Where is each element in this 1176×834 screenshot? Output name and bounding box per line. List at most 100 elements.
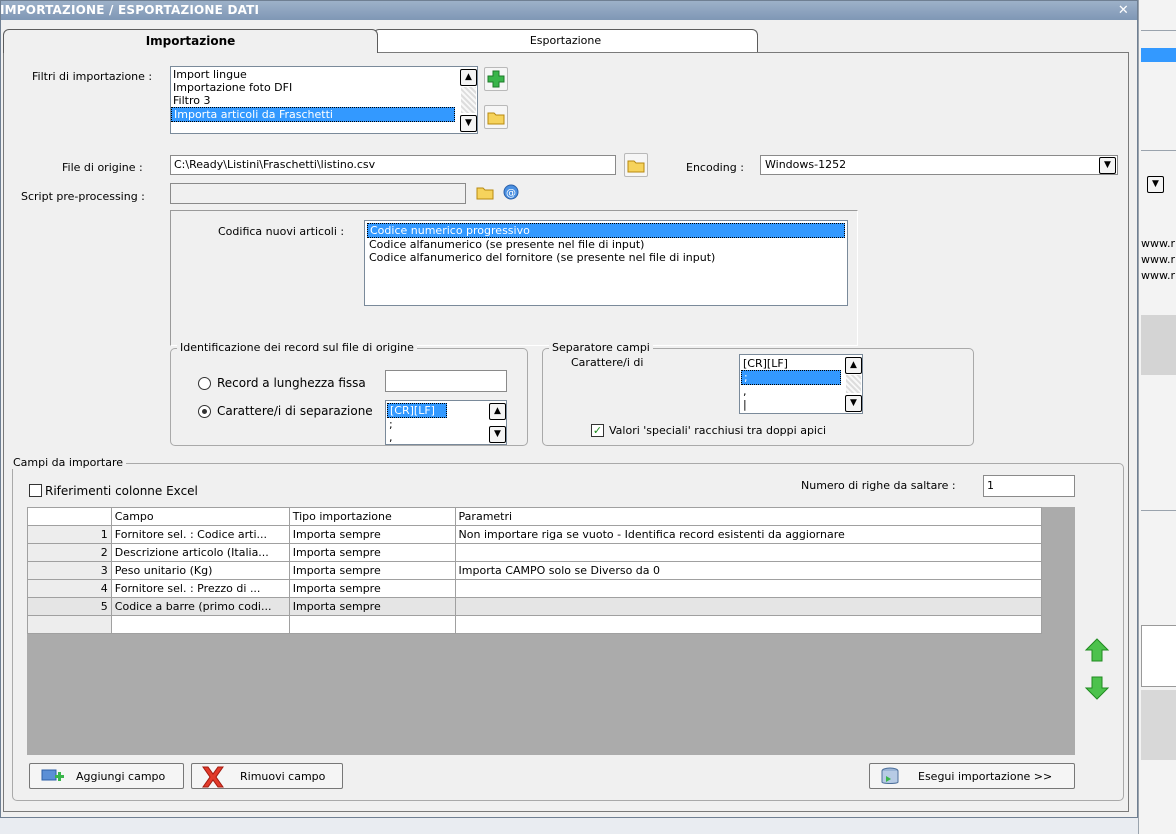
move-up-button[interactable] xyxy=(1083,636,1111,664)
list-item[interactable]: , xyxy=(387,431,505,444)
header-parametri[interactable]: Parametri xyxy=(454,507,1043,526)
righe-label: Numero di righe da saltare : xyxy=(801,479,956,492)
list-item[interactable]: | xyxy=(741,398,861,411)
cell-parametri[interactable] xyxy=(454,597,1043,616)
radio-fixed-length[interactable] xyxy=(198,377,211,390)
script-help-button[interactable]: @ xyxy=(502,183,522,203)
cell-tipo[interactable]: Importa sempre xyxy=(288,579,456,598)
list-item-selected[interactable]: Codice numerico progressivo xyxy=(367,223,845,238)
cell-parametri[interactable] xyxy=(454,543,1043,562)
codifica-label: Codifica nuovi articoli : xyxy=(218,225,345,238)
bg-selected-row xyxy=(1141,48,1176,62)
identificazione-title: Identificazione dei record sul file di o… xyxy=(177,341,417,354)
svg-text:@: @ xyxy=(506,188,516,199)
radio-fixed-label: Record a lunghezza fissa xyxy=(217,376,366,390)
field-separator-listbox[interactable]: [CR][LF] ; , | ▲ ▼ xyxy=(739,354,863,414)
database-icon xyxy=(881,767,899,784)
excel-checkbox[interactable] xyxy=(29,484,42,497)
separator-scrollbar[interactable]: ▲ ▼ xyxy=(489,401,506,444)
bg-divider xyxy=(1141,510,1176,511)
open-filter-button[interactable] xyxy=(484,105,508,129)
list-item[interactable]: [CR][LF] xyxy=(741,357,861,370)
add-filter-button[interactable] xyxy=(484,67,508,91)
script-input[interactable] xyxy=(170,183,466,204)
campi-group: Campi da importare Riferimenti colonne E… xyxy=(10,456,1124,801)
header-corner xyxy=(27,507,112,526)
chevron-down-icon[interactable]: ▼ xyxy=(1099,157,1116,174)
record-separator-listbox[interactable]: [CR][LF] ; , ▲ ▼ xyxy=(385,400,507,445)
encoding-label: Encoding : xyxy=(686,161,744,174)
header-campo[interactable]: Campo xyxy=(110,507,290,526)
list-item-selected[interactable]: [CR][LF] xyxy=(387,403,447,418)
radio-separator[interactable] xyxy=(198,405,211,418)
list-item[interactable]: Import lingue xyxy=(171,68,477,81)
separatore-group: Separatore campi Carattere/i di [CR][LF]… xyxy=(542,341,974,446)
scroll-thumb[interactable] xyxy=(846,375,861,393)
bg-row: www.r xyxy=(1141,237,1175,250)
move-down-button[interactable] xyxy=(1083,674,1111,702)
plus-icon xyxy=(487,70,505,88)
table-row[interactable]: 3 Peso unitario (Kg) Importa sempre Impo… xyxy=(27,561,1043,580)
list-item-selected[interactable]: Importa articoli da Fraschetti xyxy=(171,107,455,122)
cell-parametri[interactable]: Importa CAMPO solo se Diverso da 0 xyxy=(454,561,1043,580)
cell-tipo[interactable]: Importa sempre xyxy=(288,561,456,580)
file-input[interactable]: C:\Ready\Listini\Fraschetti\listino.csv xyxy=(170,155,616,175)
scroll-down-icon[interactable]: ▼ xyxy=(489,426,506,443)
table-row[interactable]: 5 Codice a barre (primo codi... Importa … xyxy=(27,597,1043,616)
list-item-selected[interactable]: ; xyxy=(741,370,841,385)
cell-campo[interactable]: Fornitore sel. : Codice arti... xyxy=(110,525,290,544)
righe-input[interactable]: 1 xyxy=(983,475,1075,497)
browse-script-button[interactable] xyxy=(474,181,498,205)
scroll-down-icon[interactable]: ▼ xyxy=(845,395,862,412)
doppi-apici-checkbox[interactable]: ✓ xyxy=(591,424,604,437)
bg-panel xyxy=(1141,315,1176,375)
list-item[interactable]: Codice alfanumerico del fornitore (se pr… xyxy=(367,251,845,264)
tab-esportazione[interactable]: Esportazione xyxy=(373,29,758,53)
scroll-thumb[interactable] xyxy=(461,87,476,113)
scroll-up-icon[interactable]: ▲ xyxy=(489,403,506,420)
close-icon[interactable]: ✕ xyxy=(1118,1,1129,20)
esegui-label: Esegui importazione >> xyxy=(918,770,1053,783)
cell-tipo[interactable]: Importa sempre xyxy=(288,543,456,562)
table-row[interactable]: 2 Descrizione articolo (Italia... Import… xyxy=(27,543,1043,562)
scroll-up-icon[interactable]: ▲ xyxy=(460,69,477,86)
table-row[interactable]: 4 Fornitore sel. : Prezzo di ... Importa… xyxy=(27,579,1043,598)
esegui-importazione-button[interactable]: Esegui importazione >> xyxy=(869,763,1075,789)
list-item[interactable]: Codice alfanumerico (se presente nel fil… xyxy=(367,238,845,251)
table-row-new[interactable] xyxy=(27,615,1043,634)
codifica-listbox[interactable]: Codice numerico progressivo Codice alfan… xyxy=(364,220,848,306)
cell-campo[interactable]: Peso unitario (Kg) xyxy=(110,561,290,580)
cell-parametri[interactable]: Non importare riga se vuoto - Identifica… xyxy=(454,525,1043,544)
header-tipo[interactable]: Tipo importazione xyxy=(288,507,456,526)
filtri-scrollbar[interactable]: ▲ ▼ xyxy=(460,67,477,133)
cell-campo[interactable]: Descrizione articolo (Italia... xyxy=(110,543,290,562)
browse-file-button[interactable] xyxy=(624,153,648,177)
cell-parametri[interactable] xyxy=(454,579,1043,598)
cell-campo[interactable]: Codice a barre (primo codi... xyxy=(110,597,290,616)
encoding-select[interactable]: Windows-1252 ▼ xyxy=(760,155,1118,175)
aggiungi-campo-button[interactable]: Aggiungi campo xyxy=(29,763,184,789)
list-item[interactable]: ; xyxy=(387,418,505,431)
cell-tipo[interactable] xyxy=(288,615,456,634)
cell-tipo[interactable]: Importa sempre xyxy=(288,525,456,544)
radio-separator-label: Carattere/i di separazione xyxy=(217,404,373,418)
bg-table xyxy=(1141,625,1176,687)
cell-parametri[interactable] xyxy=(454,615,1043,634)
scroll-down-icon[interactable]: ▼ xyxy=(460,115,477,132)
list-item[interactable]: Filtro 3 xyxy=(171,94,477,107)
list-item[interactable]: Importazione foto DFI xyxy=(171,81,477,94)
scroll-up-icon[interactable]: ▲ xyxy=(845,357,862,374)
folder-icon xyxy=(627,160,645,173)
cell-campo[interactable]: Fornitore sel. : Prezzo di ... xyxy=(110,579,290,598)
rimuovi-campo-button[interactable]: Rimuovi campo xyxy=(191,763,343,789)
table-row[interactable]: 1 Fornitore sel. : Codice arti... Import… xyxy=(27,525,1043,544)
arrow-up-icon xyxy=(1084,638,1110,662)
filtri-listbox[interactable]: Import lingue Importazione foto DFI Filt… xyxy=(170,66,478,134)
field-separator-scrollbar[interactable]: ▲ ▼ xyxy=(845,355,862,413)
cell-campo[interactable] xyxy=(110,615,290,634)
tab-importazione[interactable]: Importazione xyxy=(3,29,378,53)
fixed-length-input[interactable] xyxy=(385,370,507,392)
bg-panel xyxy=(1141,690,1176,760)
cell-tipo[interactable]: Importa sempre xyxy=(288,597,456,616)
list-item[interactable]: , xyxy=(741,385,861,398)
